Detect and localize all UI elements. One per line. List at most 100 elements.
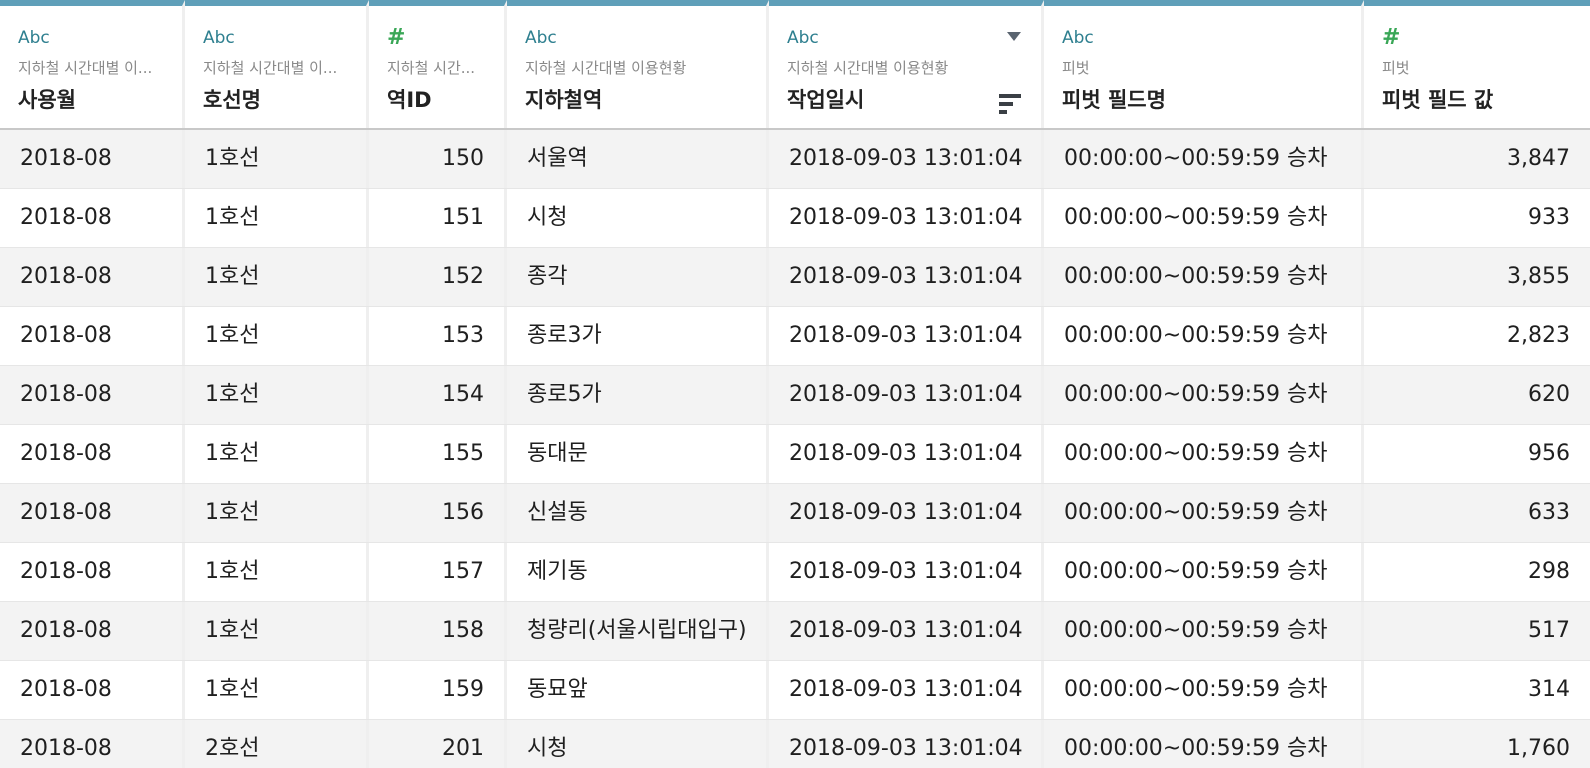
column-header-work-datetime[interactable]: Abc 지하철 시간대별 이용현황 작업일시	[769, 0, 1044, 128]
cell-usage-month[interactable]: 2018-08	[0, 189, 185, 247]
cell-pivot-field-name[interactable]: 00:00:00~00:59:59 승차	[1044, 366, 1364, 424]
table-row[interactable]: 2018-08 1호선 150 서울역 2018-09-03 13:01:04 00:00…	[0, 130, 1590, 189]
cell-station[interactable]: 종로3가	[507, 307, 769, 365]
cell-line-name[interactable]: 1호선	[185, 425, 369, 483]
cell-station-id[interactable]: 154	[369, 366, 507, 424]
column-name[interactable]: 피벗 필드 값	[1382, 85, 1590, 115]
cell-work-datetime[interactable]: 2018-09-03 13:01:04	[769, 484, 1044, 542]
abc-type-icon[interactable]: Abc	[203, 26, 366, 50]
hash-type-icon[interactable]: #	[387, 26, 504, 50]
cell-station[interactable]: 청량리(서울시립대입구)	[507, 602, 769, 660]
table-row[interactable]: 2018-08 1호선 158 청량리(서울시립대입구) 2018-09-03 13:0…	[0, 602, 1590, 661]
table-row[interactable]: 2018-08 1호선 151 시청 2018-09-03 13:01:04 00:00:…	[0, 189, 1590, 248]
abc-type-icon[interactable]: Abc	[18, 26, 182, 50]
table-row[interactable]: 2018-08 1호선 154 종로5가 2018-09-03 13:01:04 00:0…	[0, 366, 1590, 425]
cell-line-name[interactable]: 1호선	[185, 307, 369, 365]
column-name[interactable]: 사용월	[18, 85, 182, 115]
cell-pivot-field-name[interactable]: 00:00:00~00:59:59 승차	[1044, 248, 1364, 306]
column-header-usage-month[interactable]: Abc 지하철 시간대별 이... 사용월	[0, 0, 185, 128]
cell-pivot-field-name[interactable]: 00:00:00~00:59:59 승차	[1044, 130, 1364, 188]
table-row[interactable]: 2018-08 1호선 157 제기동 2018-09-03 13:01:04 00:00…	[0, 543, 1590, 602]
cell-usage-month[interactable]: 2018-08	[0, 307, 185, 365]
cell-station[interactable]: 시청	[507, 720, 769, 768]
cell-pivot-field-value[interactable]: 933	[1364, 189, 1590, 247]
cell-work-datetime[interactable]: 2018-09-03 13:01:04	[769, 248, 1044, 306]
abc-type-icon[interactable]: Abc	[1062, 26, 1361, 50]
cell-pivot-field-value[interactable]: 620	[1364, 366, 1590, 424]
abc-type-icon[interactable]: Abc	[525, 26, 766, 50]
cell-line-name[interactable]: 1호선	[185, 189, 369, 247]
cell-usage-month[interactable]: 2018-08	[0, 130, 185, 188]
cell-work-datetime[interactable]: 2018-09-03 13:01:04	[769, 425, 1044, 483]
cell-station-id[interactable]: 156	[369, 484, 507, 542]
column-header-station-id[interactable]: # 지하철 시간... 역ID	[369, 0, 507, 128]
cell-pivot-field-value[interactable]: 3,847	[1364, 130, 1590, 188]
column-name[interactable]: 지하철역	[525, 85, 766, 115]
cell-usage-month[interactable]: 2018-08	[0, 543, 185, 601]
cell-pivot-field-value[interactable]: 3,855	[1364, 248, 1590, 306]
cell-pivot-field-value[interactable]: 314	[1364, 661, 1590, 719]
cell-usage-month[interactable]: 2018-08	[0, 661, 185, 719]
cell-work-datetime[interactable]: 2018-09-03 13:01:04	[769, 189, 1044, 247]
cell-pivot-field-value[interactable]: 956	[1364, 425, 1590, 483]
cell-pivot-field-value[interactable]: 517	[1364, 602, 1590, 660]
cell-pivot-field-name[interactable]: 00:00:00~00:59:59 승차	[1044, 189, 1364, 247]
cell-pivot-field-value[interactable]: 1,760	[1364, 720, 1590, 768]
sort-icon[interactable]	[999, 94, 1021, 114]
cell-usage-month[interactable]: 2018-08	[0, 425, 185, 483]
cell-station-id[interactable]: 159	[369, 661, 507, 719]
cell-pivot-field-name[interactable]: 00:00:00~00:59:59 승차	[1044, 661, 1364, 719]
cell-line-name[interactable]: 1호선	[185, 366, 369, 424]
cell-station-id[interactable]: 152	[369, 248, 507, 306]
table-row[interactable]: 2018-08 1호선 159 동묘앞 2018-09-03 13:01:04 00:00…	[0, 661, 1590, 720]
table-row[interactable]: 2018-08 2호선 201 시청 2018-09-03 13:01:04 00:00:…	[0, 720, 1590, 768]
cell-work-datetime[interactable]: 2018-09-03 13:01:04	[769, 661, 1044, 719]
cell-station[interactable]: 제기동	[507, 543, 769, 601]
cell-station-id[interactable]: 158	[369, 602, 507, 660]
cell-station[interactable]: 서울역	[507, 130, 769, 188]
cell-line-name[interactable]: 2호선	[185, 720, 369, 768]
cell-station[interactable]: 종각	[507, 248, 769, 306]
cell-usage-month[interactable]: 2018-08	[0, 720, 185, 768]
cell-line-name[interactable]: 1호선	[185, 661, 369, 719]
cell-station-id[interactable]: 201	[369, 720, 507, 768]
table-row[interactable]: 2018-08 1호선 152 종각 2018-09-03 13:01:04 00:00:…	[0, 248, 1590, 307]
cell-pivot-field-name[interactable]: 00:00:00~00:59:59 승차	[1044, 484, 1364, 542]
table-row[interactable]: 2018-08 1호선 155 동대문 2018-09-03 13:01:04 00:00…	[0, 425, 1590, 484]
cell-pivot-field-name[interactable]: 00:00:00~00:59:59 승차	[1044, 307, 1364, 365]
cell-station-id[interactable]: 157	[369, 543, 507, 601]
cell-pivot-field-name[interactable]: 00:00:00~00:59:59 승차	[1044, 543, 1364, 601]
cell-work-datetime[interactable]: 2018-09-03 13:01:04	[769, 130, 1044, 188]
cell-work-datetime[interactable]: 2018-09-03 13:01:04	[769, 366, 1044, 424]
cell-station[interactable]: 동묘앞	[507, 661, 769, 719]
cell-station-id[interactable]: 153	[369, 307, 507, 365]
cell-pivot-field-value[interactable]: 298	[1364, 543, 1590, 601]
cell-work-datetime[interactable]: 2018-09-03 13:01:04	[769, 720, 1044, 768]
column-header-pivot-field-value[interactable]: # 피벗 피벗 필드 값	[1364, 0, 1590, 128]
cell-pivot-field-name[interactable]: 00:00:00~00:59:59 승차	[1044, 602, 1364, 660]
column-name[interactable]: 호선명	[203, 85, 366, 115]
cell-station[interactable]: 시청	[507, 189, 769, 247]
cell-usage-month[interactable]: 2018-08	[0, 602, 185, 660]
cell-station-id[interactable]: 150	[369, 130, 507, 188]
cell-line-name[interactable]: 1호선	[185, 602, 369, 660]
cell-usage-month[interactable]: 2018-08	[0, 484, 185, 542]
cell-usage-month[interactable]: 2018-08	[0, 248, 185, 306]
column-header-station[interactable]: Abc 지하철 시간대별 이용현황 지하철역	[507, 0, 769, 128]
cell-pivot-field-value[interactable]: 2,823	[1364, 307, 1590, 365]
column-header-line-name[interactable]: Abc 지하철 시간대별 이... 호선명	[185, 0, 369, 128]
cell-work-datetime[interactable]: 2018-09-03 13:01:04	[769, 307, 1044, 365]
cell-station-id[interactable]: 151	[369, 189, 507, 247]
hash-type-icon[interactable]: #	[1382, 26, 1590, 50]
cell-pivot-field-value[interactable]: 633	[1364, 484, 1590, 542]
cell-work-datetime[interactable]: 2018-09-03 13:01:04	[769, 543, 1044, 601]
cell-station[interactable]: 신설동	[507, 484, 769, 542]
cell-work-datetime[interactable]: 2018-09-03 13:01:04	[769, 602, 1044, 660]
cell-station[interactable]: 동대문	[507, 425, 769, 483]
cell-station-id[interactable]: 155	[369, 425, 507, 483]
cell-station[interactable]: 종로5가	[507, 366, 769, 424]
column-name[interactable]: 역ID	[387, 85, 504, 115]
cell-line-name[interactable]: 1호선	[185, 248, 369, 306]
column-header-pivot-field-name[interactable]: Abc 피벗 피벗 필드명	[1044, 0, 1364, 128]
column-name[interactable]: 피벗 필드명	[1062, 85, 1361, 115]
